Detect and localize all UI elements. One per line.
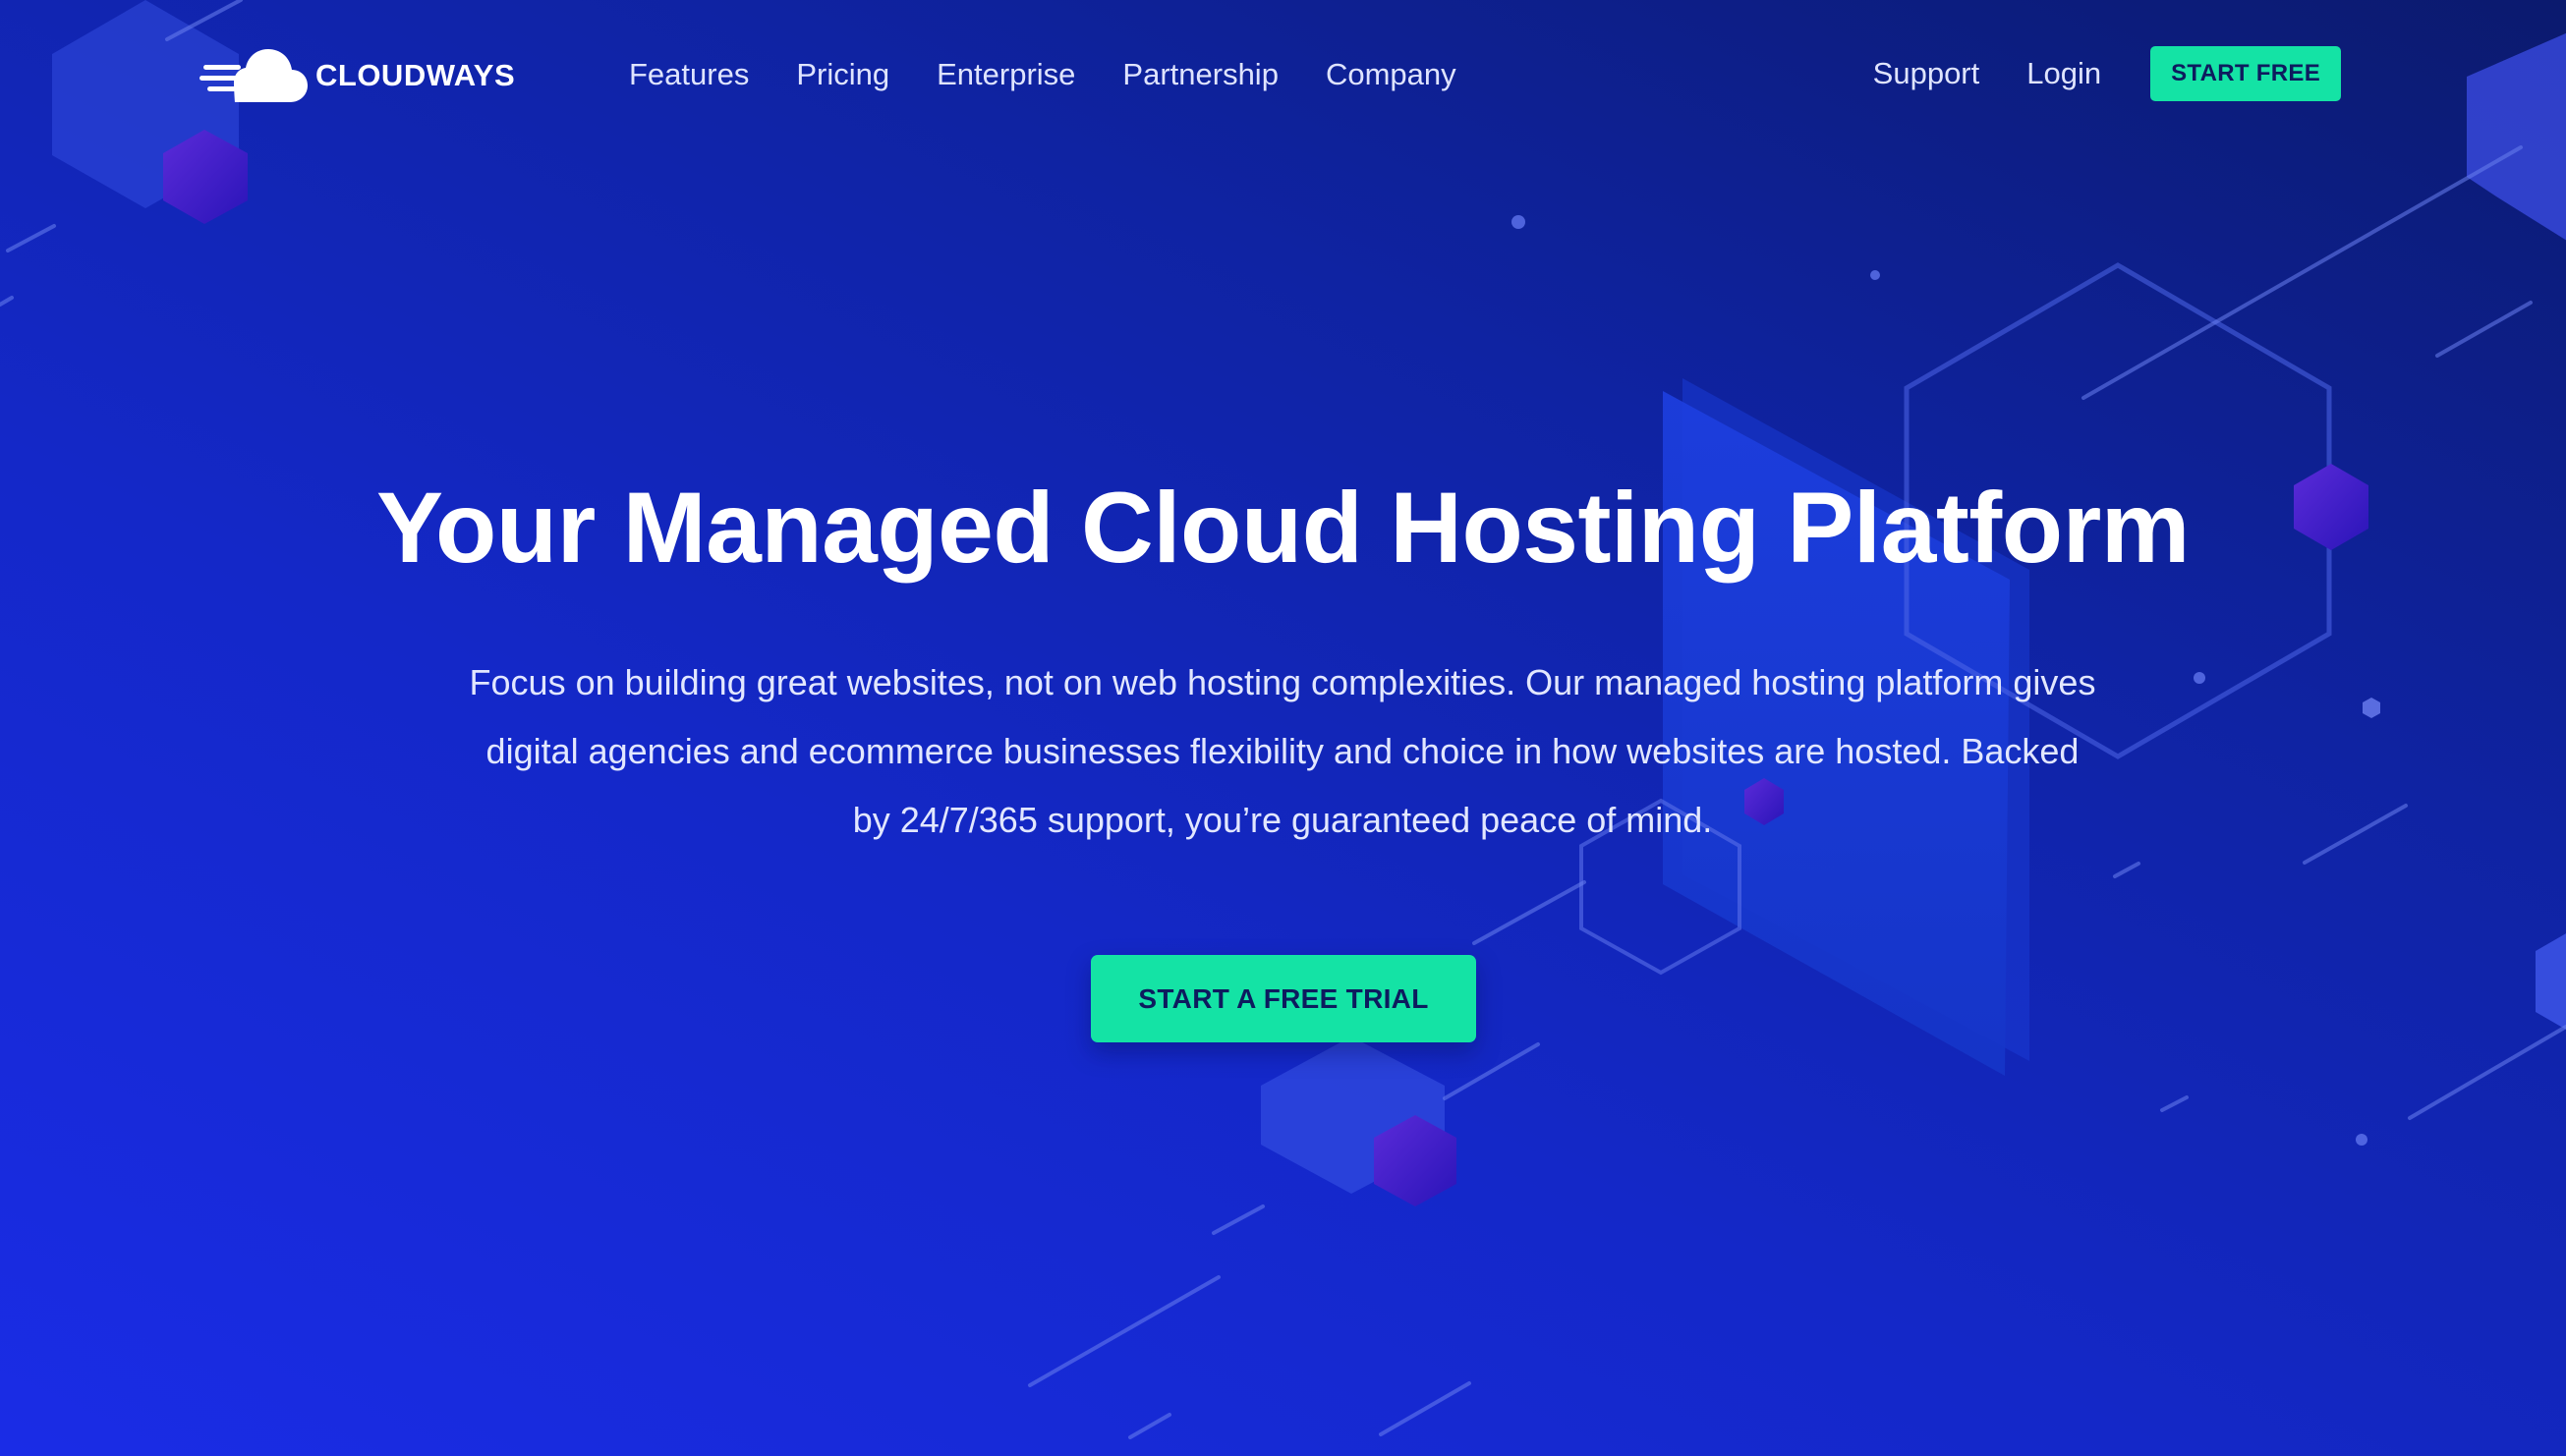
- hero-subtitle-line: by 24/7/365 support, you’re guaranteed p…: [852, 800, 1713, 840]
- hero-title: Your Managed Cloud Hosting Platform: [376, 472, 2190, 584]
- nav-link-enterprise[interactable]: Enterprise: [937, 57, 1075, 92]
- nav-link-partnership[interactable]: Partnership: [1122, 57, 1279, 92]
- nav-link-features[interactable]: Features: [629, 57, 749, 92]
- primary-nav: Features Pricing Enterprise Partnership …: [629, 51, 1504, 98]
- hero-subtitle-line: digital agencies and ecommerce businesse…: [485, 731, 2080, 771]
- nav-link-login[interactable]: Login: [2026, 56, 2101, 91]
- start-free-trial-button[interactable]: START A FREE TRIAL: [1091, 955, 1476, 1042]
- hero-subtitle-line: Focus on building great websites, not on…: [469, 662, 2096, 702]
- hexagon-decor: [2536, 933, 2566, 1030]
- nav-link-support[interactable]: Support: [1873, 56, 1980, 91]
- top-navigation: CLOUDWAYS Features Pricing Enterprise Pa…: [0, 0, 2566, 147]
- secondary-nav: Support Login START FREE: [1873, 46, 2341, 101]
- nav-link-company[interactable]: Company: [1326, 57, 1456, 92]
- hexagon-decor: [2363, 698, 2380, 718]
- brand-logo[interactable]: CLOUDWAYS: [200, 41, 515, 110]
- hero-section: CLOUDWAYS Features Pricing Enterprise Pa…: [0, 0, 2566, 1456]
- hero-subtitle: Focus on building great websites, not on…: [383, 648, 2182, 855]
- start-free-button[interactable]: START FREE: [2150, 46, 2341, 101]
- cloud-speed-icon: [200, 49, 308, 102]
- brand-name: CLOUDWAYS: [315, 58, 516, 92]
- nav-link-pricing[interactable]: Pricing: [796, 57, 889, 92]
